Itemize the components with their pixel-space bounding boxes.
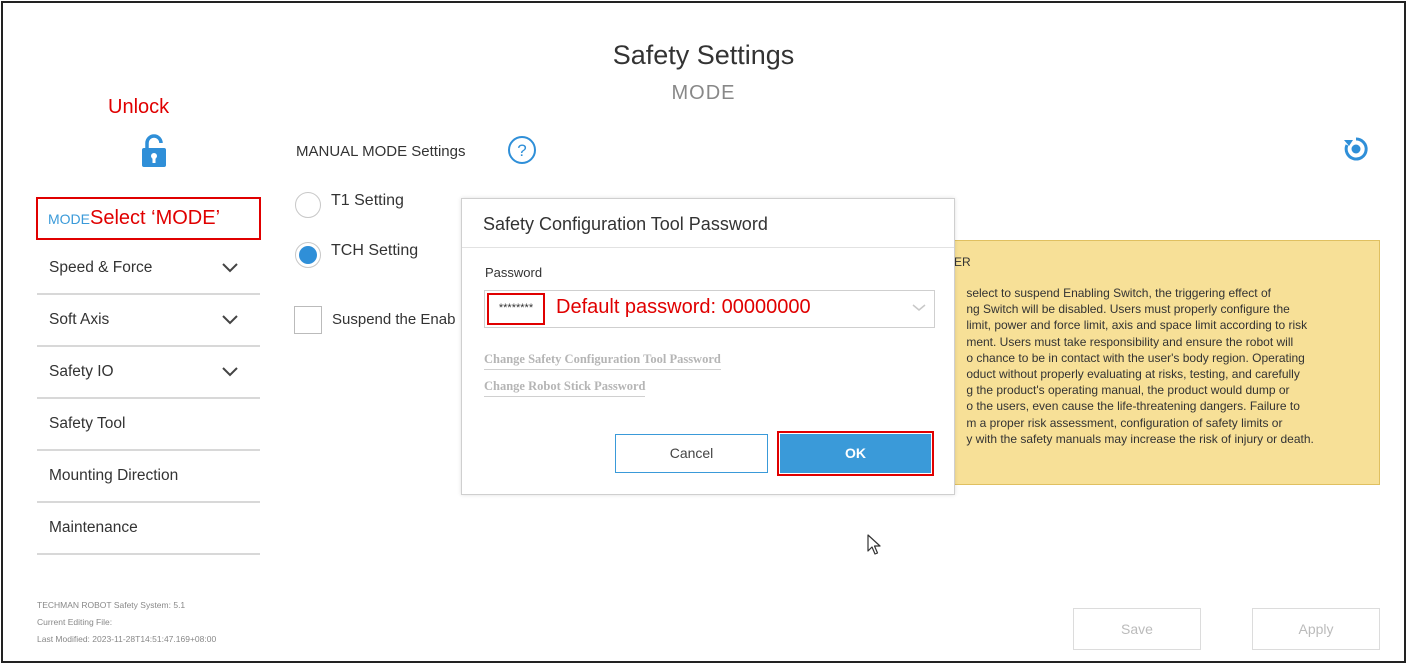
sidebar-item-soft-axis[interactable]: Soft Axis bbox=[37, 295, 260, 347]
apply-button[interactable]: Apply bbox=[1252, 608, 1380, 650]
last-modified: Last Modified: 2023-11-28T14:51:47.169+0… bbox=[37, 634, 217, 644]
ok-button-highlight: OK bbox=[777, 431, 934, 476]
password-label: Password bbox=[485, 265, 543, 280]
warning-title: ER bbox=[954, 255, 971, 269]
warning-text: select to suspend Enabling Switch, the t… bbox=[966, 286, 1314, 446]
sidebar-item-safety-io[interactable]: Safety IO bbox=[37, 347, 260, 399]
sidebar-item-label: Soft Axis bbox=[49, 311, 110, 328]
suspend-enabling-switch-label: Suspend the Enab bbox=[332, 311, 456, 328]
change-tool-password-link[interactable]: Change Safety Configuration Tool Passwor… bbox=[484, 352, 721, 370]
sidebar-item-mounting-direction[interactable]: Mounting Direction bbox=[37, 451, 260, 503]
ok-button[interactable]: OK bbox=[780, 434, 931, 473]
page-title: Safety Settings bbox=[612, 40, 795, 70]
unlock-annotation: Unlock bbox=[108, 96, 170, 118]
radio-t1-label: T1 Setting bbox=[331, 192, 404, 209]
password-field[interactable]: ******** Default password: 00000000 bbox=[484, 290, 935, 328]
refresh-icon[interactable] bbox=[1343, 136, 1369, 162]
mouse-pointer-icon bbox=[867, 534, 883, 556]
sidebar-item-mode-label: MODE bbox=[48, 210, 90, 227]
chevron-down-icon bbox=[222, 367, 238, 377]
chevron-down-icon[interactable] bbox=[912, 303, 926, 313]
sidebar-item-label: Maintenance bbox=[49, 519, 138, 536]
page-subtitle: MODE bbox=[671, 82, 736, 104]
radio-t1-setting[interactable] bbox=[295, 192, 321, 218]
dialog-divider bbox=[462, 247, 954, 248]
danger-warning-box: ER select to suspend Enabling Switch, th… bbox=[942, 240, 1380, 485]
radio-tch-label: TCH Setting bbox=[331, 242, 419, 259]
unlocked-padlock-icon[interactable] bbox=[139, 134, 169, 168]
svg-text:?: ? bbox=[517, 141, 526, 160]
sidebar-item-maintenance[interactable]: Maintenance bbox=[37, 503, 260, 555]
sidebar-item-label: Speed & Force bbox=[49, 259, 153, 276]
cancel-button[interactable]: Cancel bbox=[615, 434, 768, 473]
change-stick-password-link[interactable]: Change Robot Stick Password bbox=[484, 379, 646, 397]
password-value: ******** bbox=[487, 293, 545, 325]
question-mark-circle-icon[interactable]: ? bbox=[507, 135, 537, 165]
sidebar-item-label: Safety IO bbox=[49, 363, 114, 380]
chevron-down-icon bbox=[222, 315, 238, 325]
sidebar-item-label: Mounting Direction bbox=[49, 467, 179, 484]
default-password-annotation: Default password: 00000000 bbox=[556, 296, 811, 318]
system-version: TECHMAN ROBOT Safety System: 5.1 bbox=[37, 600, 186, 610]
sidebar-item-mode[interactable]: MODE Select ‘MODE’ bbox=[36, 197, 261, 240]
sidebar-item-speed-force[interactable]: Speed & Force bbox=[37, 243, 260, 295]
password-dialog: Safety Configuration Tool Password Passw… bbox=[461, 198, 955, 495]
suspend-enabling-switch-checkbox[interactable] bbox=[294, 306, 322, 334]
save-button[interactable]: Save bbox=[1073, 608, 1201, 650]
manual-mode-settings-label: MANUAL MODE Settings bbox=[296, 143, 466, 160]
current-editing-file: Current Editing File: bbox=[37, 617, 113, 627]
sidebar-item-label: Safety Tool bbox=[49, 415, 126, 432]
radio-tch-setting[interactable] bbox=[295, 242, 321, 268]
sidebar-item-safety-tool[interactable]: Safety Tool bbox=[37, 399, 260, 451]
select-mode-annotation: Select ‘MODE’ bbox=[90, 207, 221, 229]
dialog-title: Safety Configuration Tool Password bbox=[483, 214, 768, 234]
chevron-down-icon bbox=[222, 263, 238, 273]
